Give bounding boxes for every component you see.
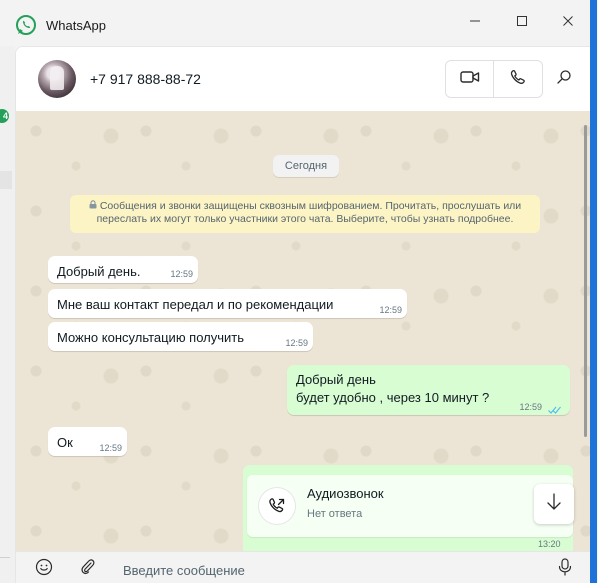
app-title: WhatsApp bbox=[46, 18, 106, 33]
voice-call-icon bbox=[510, 69, 526, 90]
chat-panel: +7 917 888-88-72 Сегодня Сообщения и зво… bbox=[15, 46, 591, 583]
nav-divider bbox=[0, 557, 10, 558]
message-time: 12:59 bbox=[285, 338, 308, 348]
navigation-strip bbox=[0, 46, 15, 583]
message-bubble-incoming[interactable]: Можно консультацию получить 12:59 bbox=[48, 322, 313, 351]
call-time: 13:20 bbox=[538, 539, 561, 549]
message-bubble-incoming[interactable]: Ок 12:59 bbox=[48, 427, 127, 456]
microphone-icon bbox=[558, 557, 572, 581]
message-time: 12:59 bbox=[379, 305, 402, 315]
emoji-button[interactable] bbox=[35, 558, 53, 581]
whatsapp-logo-icon bbox=[15, 14, 37, 36]
attach-button[interactable] bbox=[79, 558, 97, 581]
message-time: 12:59 bbox=[170, 269, 193, 279]
close-button[interactable] bbox=[553, 8, 583, 34]
scroll-to-bottom-button[interactable] bbox=[534, 484, 574, 524]
message-list[interactable]: Сегодня Сообщения и звонки защищены скво… bbox=[16, 111, 591, 551]
arrow-down-icon bbox=[546, 492, 562, 516]
whatsapp-window: WhatsApp 4 +7 917 888-88-72 Сегодня Сооб… bbox=[0, 0, 597, 583]
emoji-icon bbox=[35, 558, 53, 581]
title-bar: WhatsApp bbox=[0, 0, 590, 46]
search-button[interactable] bbox=[554, 69, 574, 89]
message-text: Добрый день. bbox=[57, 264, 141, 279]
minimize-button[interactable] bbox=[460, 8, 490, 34]
chats-nav-item[interactable] bbox=[0, 171, 12, 189]
video-call-icon bbox=[459, 70, 480, 89]
video-call-button[interactable] bbox=[446, 61, 493, 97]
message-time: 12:59 bbox=[519, 402, 542, 412]
unread-count-badge: 4 bbox=[0, 109, 9, 123]
contact-name[interactable]: +7 917 888-88-72 bbox=[90, 71, 201, 87]
read-receipt-icon bbox=[548, 402, 561, 414]
message-time: 12:59 bbox=[99, 443, 122, 453]
message-bubble-outgoing[interactable]: Добрый день будет удобно , через 10 мину… bbox=[287, 365, 570, 415]
avatar[interactable] bbox=[38, 60, 76, 98]
compose-bar bbox=[16, 551, 591, 583]
date-separator: Сегодня bbox=[273, 155, 339, 177]
paperclip-icon bbox=[80, 558, 96, 581]
search-icon bbox=[556, 69, 572, 90]
encryption-notice-text: Сообщения и звонки защищены сквозным шиф… bbox=[96, 200, 522, 225]
call-buttons-group bbox=[445, 60, 543, 98]
message-text: Мне ваш контакт передал и по рекомендаци… bbox=[57, 297, 334, 312]
call-status: Нет ответа bbox=[307, 508, 363, 520]
missed-call-icon bbox=[259, 488, 295, 524]
message-input[interactable] bbox=[123, 561, 543, 579]
message-bubble-incoming[interactable]: Добрый день. 12:59 bbox=[48, 256, 198, 283]
message-text-line-1: Добрый день bbox=[296, 372, 376, 387]
chat-header[interactable]: +7 917 888-88-72 bbox=[16, 47, 591, 112]
message-bubble-incoming[interactable]: Мне ваш контакт передал и по рекомендаци… bbox=[48, 289, 407, 318]
message-text: Ок bbox=[57, 435, 73, 450]
message-text-line-2: будет удобно , через 10 минут ? bbox=[296, 390, 490, 405]
encryption-notice[interactable]: Сообщения и звонки защищены сквозным шиф… bbox=[70, 195, 540, 233]
maximize-button[interactable] bbox=[507, 8, 537, 34]
lock-icon bbox=[89, 200, 97, 213]
scrollbar[interactable] bbox=[584, 125, 587, 437]
message-text: Можно консультацию получить bbox=[57, 330, 245, 345]
voice-message-button[interactable] bbox=[556, 557, 574, 581]
audio-call-card[interactable]: Аудиозвонок Нет ответа bbox=[247, 475, 573, 537]
call-title: Аудиозвонок bbox=[307, 486, 384, 501]
voice-call-button[interactable] bbox=[494, 61, 542, 97]
window-edge bbox=[590, 0, 597, 583]
